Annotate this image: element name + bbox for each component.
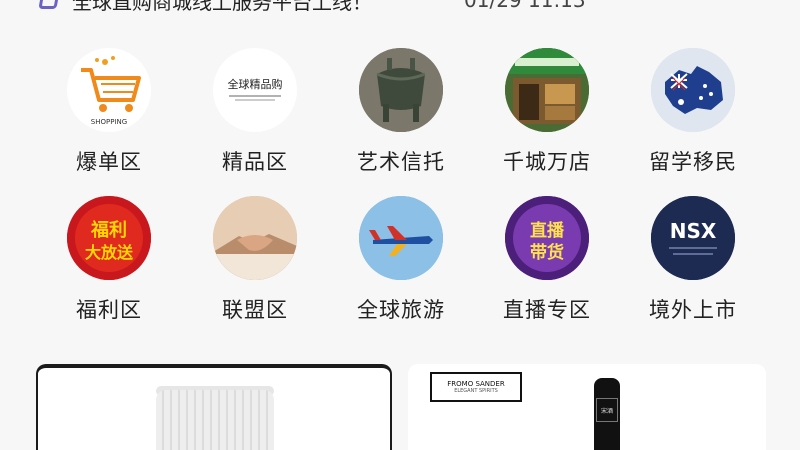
handshake-icon <box>213 196 297 280</box>
category-item-live-stream[interactable]: 直播 带货 直播专区 <box>474 196 620 344</box>
category-label: 境外上市 <box>649 298 737 322</box>
australia-map-icon <box>651 48 735 132</box>
category-row-1: SHOPPING 爆单区 全球精品购 精品区 艺术信托 千城万店 留学移民 <box>36 48 766 196</box>
category-label: 直播专区 <box>503 298 591 322</box>
category-item-global-travel[interactable]: 全球旅游 <box>328 196 474 344</box>
category-item-alliance[interactable]: 联盟区 <box>182 196 328 344</box>
category-label: 艺术信托 <box>357 150 445 174</box>
shopping-logo-text: SHOPPING <box>91 118 127 126</box>
welfare-badge-text-1: 福利 <box>90 219 127 241</box>
category-label: 联盟区 <box>222 298 288 322</box>
category-item-overseas-listing[interactable]: NSX 境外上市 <box>620 196 766 344</box>
category-label: 福利区 <box>76 298 142 322</box>
category-label: 留学移民 <box>649 150 737 174</box>
product-cards: FROMO SANDER ELEGANT SPIRITS 宋酒 <box>36 364 766 450</box>
welfare-badge-icon: 福利 大放送 <box>67 196 151 280</box>
category-item-study-immigration[interactable]: 留学移民 <box>620 48 766 196</box>
category-grid: SHOPPING 爆单区 全球精品购 精品区 艺术信托 千城万店 留学移民 福利… <box>36 48 766 333</box>
nsx-logo-icon: NSX <box>651 196 735 280</box>
product-bottle-image <box>156 390 274 450</box>
bronze-vessel-icon <box>359 48 443 132</box>
category-row-2: 福利 大放送 福利区 联盟区 全球旅游 直播 带货 直播专区 NSX 境外上市 <box>36 196 766 344</box>
category-label: 千城万店 <box>503 150 591 174</box>
storefront-icon <box>505 48 589 132</box>
welfare-badge-text-2: 大放送 <box>85 243 134 262</box>
category-item-city-stores[interactable]: 千城万店 <box>474 48 620 196</box>
live-badge-text-2: 带货 <box>530 242 564 263</box>
category-item-explosive-deals[interactable]: SHOPPING 爆单区 <box>36 48 182 196</box>
notice-logo-icon <box>38 0 60 11</box>
notice-text[interactable]: 全球直购商城线上服务平台上线！ <box>72 0 452 15</box>
notice-bar[interactable]: 全球直购商城线上服务平台上线！ 01/29 11:13 <box>38 0 778 15</box>
boutique-logo-text: 全球精品购 <box>228 77 283 91</box>
category-item-welfare[interactable]: 福利 大放送 福利区 <box>36 196 182 344</box>
category-label: 全球旅游 <box>357 298 445 322</box>
category-label: 爆单区 <box>76 150 142 174</box>
product-card-left[interactable] <box>36 364 392 450</box>
airplane-icon <box>359 196 443 280</box>
brand-name: FROMO SANDER <box>447 380 505 388</box>
nsx-logo-text: NSX <box>670 219 717 243</box>
brand-subtitle: ELEGANT SPIRITS <box>454 388 498 394</box>
category-item-boutique[interactable]: 全球精品购 精品区 <box>182 48 328 196</box>
global-boutique-logo-icon: 全球精品购 <box>213 48 297 132</box>
live-badge-text-1: 直播 <box>530 220 565 241</box>
product-card-right[interactable]: FROMO SANDER ELEGANT SPIRITS 宋酒 <box>408 364 766 450</box>
category-label: 精品区 <box>222 150 288 174</box>
notice-time: 01/29 11:13 <box>464 0 586 12</box>
live-stream-badge-icon: 直播 带货 <box>505 196 589 280</box>
wine-label: 宋酒 <box>596 398 618 422</box>
shopping-cart-icon: SHOPPING <box>67 48 151 132</box>
brand-logo: FROMO SANDER ELEGANT SPIRITS <box>430 372 522 402</box>
category-item-art-trust[interactable]: 艺术信托 <box>328 48 474 196</box>
